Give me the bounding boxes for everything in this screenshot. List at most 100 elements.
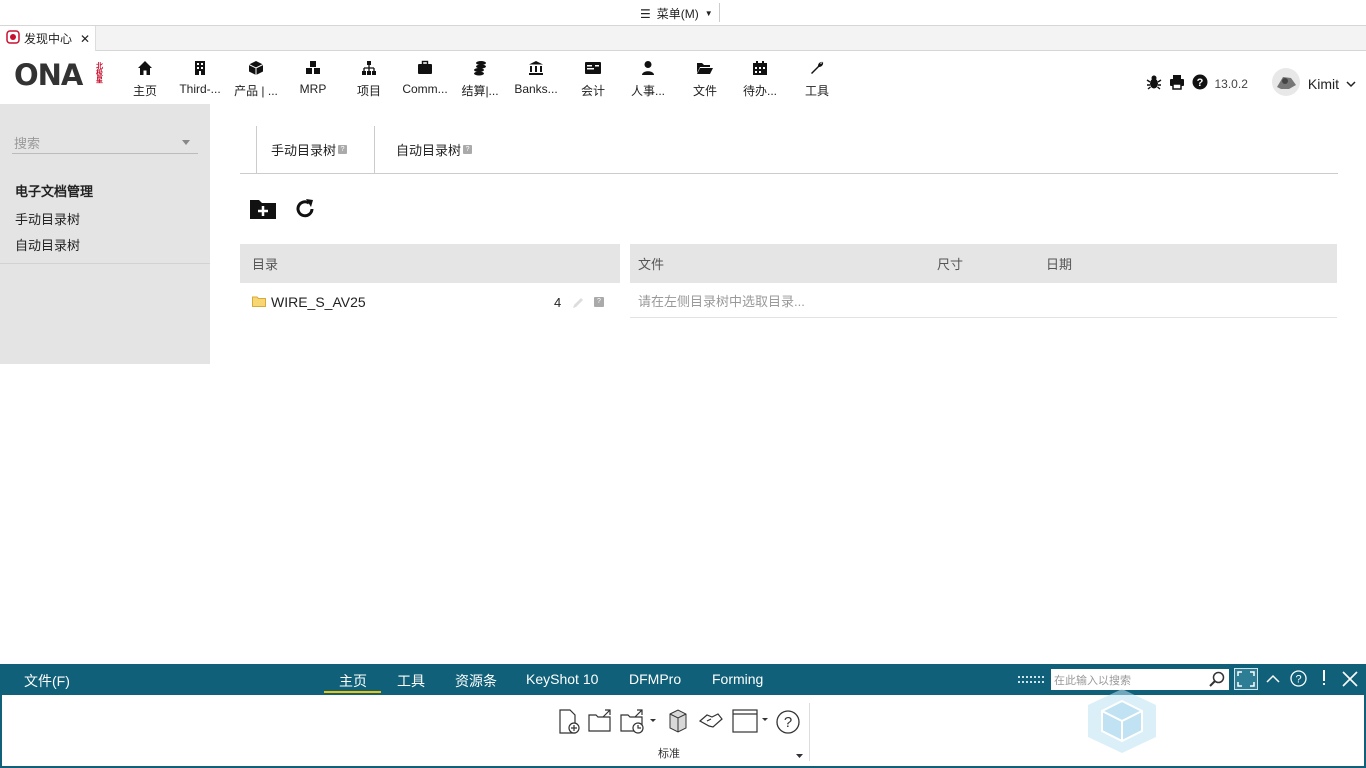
ribbon-tab-file[interactable]: 文件(F) xyxy=(24,671,70,691)
ribbon-tab-resources[interactable]: 资源条 xyxy=(455,671,497,691)
ribbon-tab-forming[interactable]: Forming xyxy=(712,671,763,687)
fullscreen-icon[interactable] xyxy=(1234,668,1258,693)
nav-label: 结算|... xyxy=(461,84,499,98)
nav-item-products[interactable]: 产品 | ... xyxy=(226,60,286,99)
chevron-up-icon[interactable] xyxy=(1266,672,1280,689)
sidebar-item-auto-tree[interactable]: 自动目录树 xyxy=(15,235,80,254)
tab-discovery-center[interactable]: 发现中心 ✕ xyxy=(0,26,96,51)
nav-label: 工具 xyxy=(804,84,829,98)
ledger-icon xyxy=(563,60,623,78)
help-icon[interactable]: ? xyxy=(463,145,473,154)
nav-label: Banks... xyxy=(514,82,558,96)
new-document-icon[interactable] xyxy=(558,709,582,738)
hamburger-icon: ☰ xyxy=(640,6,651,21)
nav-item-mrp[interactable]: MRP xyxy=(283,60,343,96)
column-header-size[interactable]: 尺寸 xyxy=(937,254,963,273)
column-header-file[interactable]: 文件 xyxy=(638,254,664,273)
divider xyxy=(719,3,720,22)
toolbar xyxy=(249,197,317,224)
nav-item-commercial[interactable]: Comm... xyxy=(395,60,455,96)
ona-logo[interactable]: ONA 北极星 xyxy=(14,58,103,92)
version-label: 13.0.2 xyxy=(1214,76,1248,91)
sidebar-item-manual-tree[interactable]: 手动目录树 xyxy=(15,209,80,228)
alert-icon[interactable] xyxy=(1321,669,1327,690)
svg-text:?: ? xyxy=(1196,77,1203,89)
tab-title: 发现中心 xyxy=(24,32,73,46)
sidebar: 搜索 电子文档管理 手动目录树 自动目录树 xyxy=(0,104,210,364)
new-folder-icon[interactable] xyxy=(249,197,277,224)
ribbon-tab-dfmpro[interactable]: DFMPro xyxy=(629,671,681,687)
help-icon[interactable]: ? xyxy=(775,709,801,738)
nav-item-hr[interactable]: 人事... xyxy=(618,60,678,99)
edit-icon[interactable] xyxy=(572,296,584,312)
help-icon[interactable]: ? xyxy=(594,297,604,307)
logo-text: ONA xyxy=(14,58,83,92)
tab-bar: 发现中心 ✕ xyxy=(0,26,1366,51)
chevron-down-icon[interactable] xyxy=(1346,77,1356,91)
directory-row[interactable]: WIRE_S_AV25 4 ? xyxy=(240,283,620,321)
nav-label: 项目 xyxy=(356,84,381,98)
caret-down-icon[interactable] xyxy=(796,747,803,762)
nav-label: 产品 | ... xyxy=(234,84,278,98)
nav-right-tools: ? 13.0.2 Kimit xyxy=(1146,67,1357,100)
nav-item-tools[interactable]: 工具 xyxy=(787,60,847,99)
close-icon[interactable]: ✕ xyxy=(80,32,90,46)
user-icon xyxy=(618,60,678,78)
ribbon-tab-home[interactable]: 主页 xyxy=(339,671,367,691)
nav-label: Comm... xyxy=(402,82,448,96)
title-bar: ☰ 菜单(M) ▼ xyxy=(0,0,1366,26)
column-header-date[interactable]: 日期 xyxy=(1046,254,1072,273)
search-icon[interactable] xyxy=(1209,671,1225,690)
window-icon[interactable] xyxy=(732,709,770,736)
nav-item-accounting[interactable]: 会计 xyxy=(563,60,623,99)
avatar[interactable] xyxy=(1271,67,1301,100)
directory-name: WIRE_S_AV25 xyxy=(271,294,366,310)
refresh-icon[interactable] xyxy=(293,197,317,224)
open-folder-icon[interactable] xyxy=(588,709,614,736)
main-menu-button[interactable]: ☰ 菜单(M) ▼ xyxy=(640,5,713,22)
divider xyxy=(374,126,375,173)
nav-label: 主页 xyxy=(132,84,157,98)
nav-label: 会计 xyxy=(580,84,605,98)
ribbon-tab-tools[interactable]: 工具 xyxy=(397,671,425,691)
handshake-icon[interactable] xyxy=(698,709,724,736)
tab-label: 自动目录树 xyxy=(396,143,462,158)
nav-label: MRP xyxy=(299,82,327,96)
tab-auto-tree[interactable]: 自动目录树? xyxy=(382,126,502,173)
active-tab-indicator xyxy=(324,691,381,693)
tab-manual-tree[interactable]: 手动目录树? xyxy=(257,126,375,173)
help-icon[interactable]: ? xyxy=(338,145,348,154)
file-table-header: 文件 尺寸 日期 xyxy=(630,244,1337,283)
divider xyxy=(809,703,810,761)
nav-item-banks[interactable]: Banks... xyxy=(506,60,566,96)
nav-item-billing[interactable]: 结算|... xyxy=(450,60,510,99)
cubes-icon xyxy=(283,60,343,78)
print-icon[interactable] xyxy=(1169,74,1185,93)
folder-open-icon xyxy=(675,60,735,78)
nav-label: 待办... xyxy=(742,84,777,98)
search-input[interactable]: 搜索 xyxy=(12,130,198,154)
wrench-icon xyxy=(787,60,847,78)
directory-header: 目录 xyxy=(240,244,620,283)
help-icon[interactable]: ? xyxy=(1290,670,1307,690)
user-name[interactable]: Kimit xyxy=(1308,76,1339,92)
ribbon-body: ? 标准 xyxy=(0,689,1366,768)
help-icon[interactable]: ? xyxy=(1192,74,1208,93)
close-icon[interactable] xyxy=(1342,671,1358,690)
search-placeholder: 搜索 xyxy=(14,136,41,151)
calendar-icon xyxy=(730,60,790,78)
nav-item-home[interactable]: 主页 xyxy=(115,60,175,99)
svg-text:?: ? xyxy=(1295,674,1301,686)
nav-item-third-party[interactable]: Third-... xyxy=(170,60,230,96)
nav-item-documents[interactable]: 文件 xyxy=(675,60,735,99)
open-recent-icon[interactable] xyxy=(620,709,658,738)
directory-count: 4 xyxy=(554,294,562,310)
caret-down-icon[interactable] xyxy=(182,140,190,145)
ribbon-tab-keyshot[interactable]: KeyShot 10 xyxy=(526,671,598,687)
nav-item-agenda[interactable]: 待办... xyxy=(730,60,790,99)
folder-icon xyxy=(252,294,266,310)
grip-icon xyxy=(1018,673,1046,689)
nav-item-projects[interactable]: 项目 xyxy=(339,60,399,99)
part-icon[interactable] xyxy=(668,709,688,736)
bug-icon[interactable] xyxy=(1146,74,1162,93)
